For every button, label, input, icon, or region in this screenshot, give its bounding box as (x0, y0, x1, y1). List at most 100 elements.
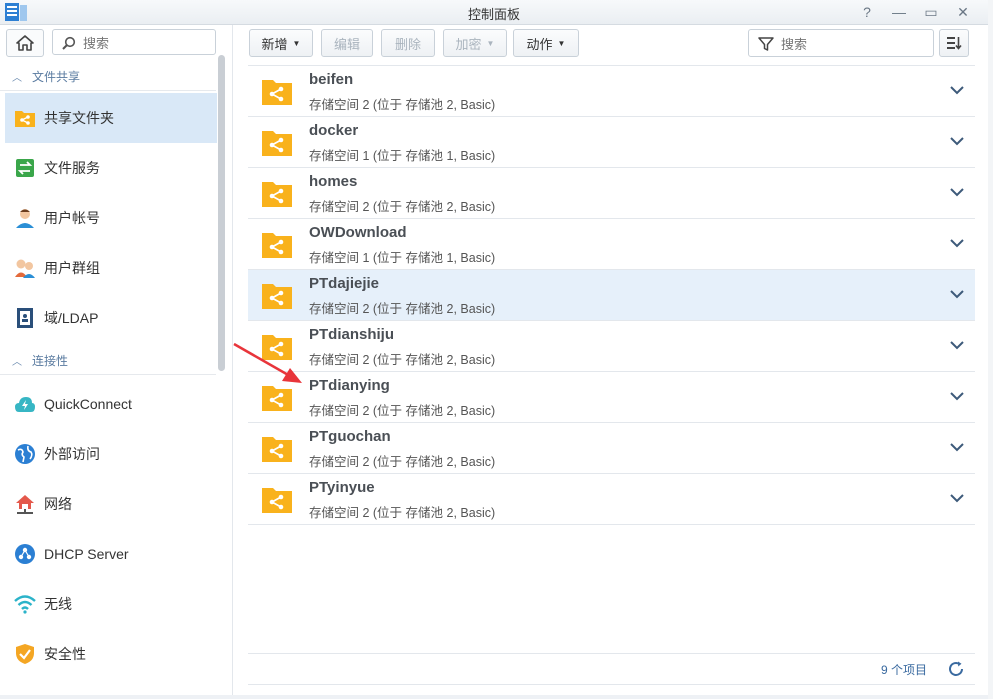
chevron-down-icon[interactable] (949, 133, 965, 149)
encrypt-label: 加密 (455, 36, 482, 52)
folder-name: PTdajiejie (309, 275, 380, 292)
folder-row[interactable]: PTguochan 存储空间 2 (位于 存储池 2, Basic) (248, 423, 975, 474)
chevron-down-icon[interactable] (949, 388, 965, 404)
section-connectivity[interactable]: ︿ 连接性 (0, 346, 216, 375)
group-icon (14, 257, 36, 279)
shield-icon (14, 643, 36, 665)
sidebar-item-label: 网络 (44, 496, 72, 512)
folder-row[interactable]: PTdianshiju 存储空间 2 (位于 存储池 2, Basic) (248, 321, 975, 372)
delete-button[interactable]: 删除 (381, 29, 435, 57)
folder-row[interactable]: homes 存储空间 2 (位于 存储池 2, Basic) (248, 168, 975, 219)
sidebar-item-label: 域/LDAP (44, 310, 99, 326)
edit-button[interactable]: 编辑 (321, 29, 373, 57)
folder-location: 存储空间 2 (位于 存储池 2, Basic) (309, 404, 496, 418)
folder-location: 存储空间 2 (位于 存储池 2, Basic) (309, 98, 496, 112)
external-access-icon (14, 443, 36, 465)
folder-row[interactable]: docker 存储空间 1 (位于 存储池 1, Basic) (248, 117, 975, 168)
close-button[interactable]: ✕ (954, 2, 972, 22)
chevron-down-icon[interactable] (949, 490, 965, 506)
folder-location: 存储空间 2 (位于 存储池 2, Basic) (309, 302, 496, 316)
chevron-down-icon[interactable] (949, 184, 965, 200)
caret-down-icon: ▼ (486, 38, 495, 48)
search-icon (62, 36, 76, 50)
section-title: 文件共享 (32, 69, 81, 84)
shared-folder-icon (262, 233, 292, 258)
folder-name: beifen (309, 71, 354, 88)
sidebar-item-label: 安全性 (44, 646, 86, 662)
folder-row[interactable]: PTyinyue 存储空间 2 (位于 存储池 2, Basic) (248, 474, 975, 525)
sidebar-item-ldap[interactable]: 域/LDAP (5, 293, 217, 343)
chevron-down-icon[interactable] (949, 439, 965, 455)
create-button[interactable]: 新增 ▼ (249, 29, 313, 57)
create-label: 新增 (261, 36, 288, 52)
folder-name: PTdianshiju (309, 326, 395, 343)
user-icon (14, 207, 36, 229)
folder-location: 存储空间 1 (位于 存储池 1, Basic) (309, 149, 496, 163)
sidebar-item-external-access[interactable]: 外部访问 (5, 429, 217, 479)
delete-label: 删除 (394, 36, 421, 52)
sidebar-item-security[interactable]: 安全性 (5, 629, 217, 679)
encrypt-button[interactable]: 加密 ▼ (443, 29, 507, 57)
sort-icon (947, 37, 962, 50)
folder-location: 存储空间 2 (位于 存储池 2, Basic) (309, 506, 496, 520)
wireless-icon (14, 593, 36, 615)
folder-row[interactable]: beifen 存储空间 2 (位于 存储池 2, Basic) (248, 66, 975, 117)
chevron-down-icon[interactable] (949, 286, 965, 302)
network-icon (14, 493, 36, 515)
home-icon (16, 35, 34, 51)
minimize-button[interactable]: — (890, 2, 908, 22)
folder-name: PTdianying (309, 377, 390, 394)
home-button[interactable] (6, 29, 44, 57)
sort-button[interactable] (939, 29, 969, 57)
sidebar: ︿ 文件共享 共享文件夹 文件服务 用户帐号 用户群组 (0, 25, 233, 695)
sidebar-item-label: 用户群组 (44, 260, 100, 276)
sidebar-scrollbar[interactable] (218, 55, 225, 371)
shared-folder-icon (262, 437, 292, 462)
list-footer: 9 个项目 (248, 653, 975, 685)
sidebar-item-wireless[interactable]: 无线 (5, 579, 217, 629)
folder-row[interactable]: PTdajiejie 存储空间 2 (位于 存储池 2, Basic) (248, 270, 975, 321)
shared-folder-icon (262, 284, 292, 309)
sidebar-item-network[interactable]: 网络 (5, 479, 217, 529)
sidebar-item-label: DHCP Server (44, 546, 129, 562)
sidebar-item-label: QuickConnect (44, 396, 132, 412)
chevron-down-icon[interactable] (949, 82, 965, 98)
folder-row[interactable]: OWDownload 存储空间 1 (位于 存储池 1, Basic) (248, 219, 975, 270)
action-button[interactable]: 动作 ▼ (513, 29, 579, 57)
sidebar-item-label: 用户帐号 (44, 210, 100, 226)
help-button[interactable]: ? (858, 2, 876, 22)
section-file-sharing[interactable]: ︿ 文件共享 (0, 62, 216, 91)
folder-name: homes (309, 173, 358, 190)
sidebar-item-quickconnect[interactable]: QuickConnect (5, 379, 217, 429)
chevron-down-icon[interactable] (949, 235, 965, 251)
quickconnect-icon (14, 393, 36, 415)
title-bar[interactable]: 控制面板 ? — ▭ ✕ (0, 0, 988, 25)
window-title: 控制面板 (467, 7, 520, 22)
shared-folder-list: beifen 存储空间 2 (位于 存储池 2, Basic) docker 存储空间… (248, 65, 975, 525)
action-label: 动作 (526, 36, 553, 52)
maximize-button[interactable]: ▭ (922, 2, 940, 22)
chevron-down-icon[interactable] (949, 337, 965, 353)
sidebar-search-input[interactable] (81, 33, 213, 53)
sidebar-item-file-services[interactable]: 文件服务 (5, 143, 217, 193)
shared-folder-icon (262, 488, 292, 513)
filter-search-input[interactable] (779, 34, 931, 54)
caret-down-icon: ▼ (557, 38, 566, 48)
filter-icon (758, 37, 774, 51)
ldap-icon (14, 307, 36, 329)
refresh-icon[interactable] (947, 660, 965, 678)
sidebar-item-dhcp-server[interactable]: DHCP Server (5, 529, 217, 579)
shared-folder-icon (262, 182, 292, 207)
folder-row[interactable]: PTdianying 存储空间 2 (位于 存储池 2, Basic) (248, 372, 975, 423)
edit-label: 编辑 (333, 36, 360, 52)
folder-name: PTyinyue (309, 479, 375, 496)
background-window-strip (988, 0, 993, 699)
sidebar-search-box[interactable] (52, 29, 216, 55)
filter-search-box[interactable] (748, 29, 934, 57)
shared-folder-icon (262, 80, 292, 105)
sidebar-item-shared-folder[interactable]: 共享文件夹 (5, 93, 217, 143)
shared-folder-icon (14, 107, 36, 129)
sidebar-item-user-account[interactable]: 用户帐号 (5, 193, 217, 243)
folder-name: PTguochan (309, 428, 391, 445)
sidebar-item-user-group[interactable]: 用户群组 (5, 243, 217, 293)
